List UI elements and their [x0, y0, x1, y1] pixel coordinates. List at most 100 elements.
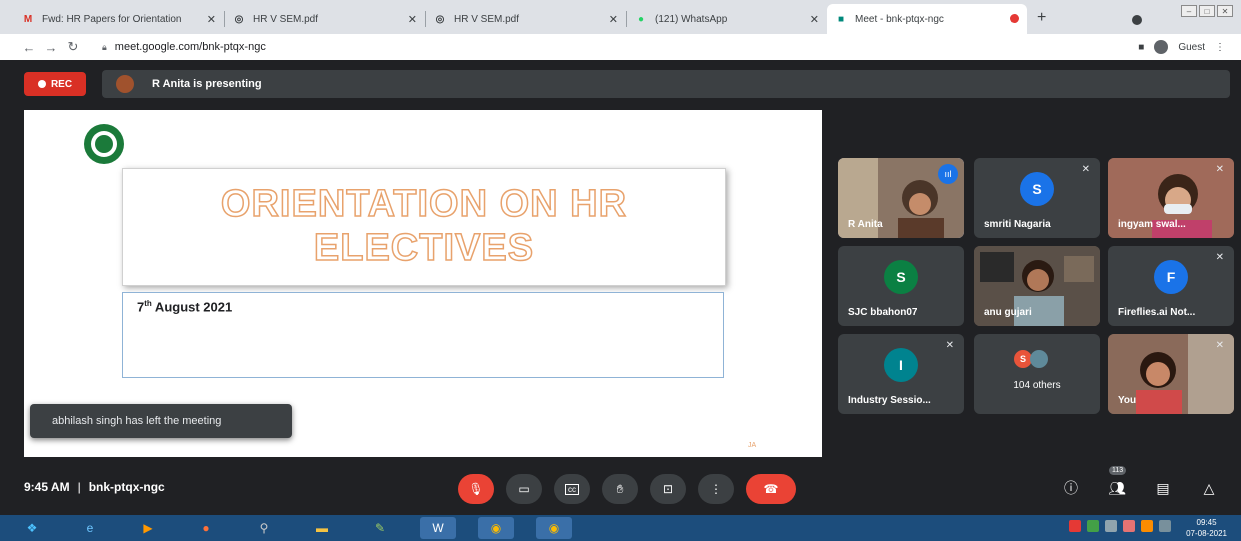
forward-icon[interactable]: →	[40, 40, 62, 55]
tab-whatsapp[interactable]: ● (121) WhatsApp ✕	[627, 4, 827, 34]
chrome-icon: ◉	[548, 521, 560, 535]
participant-name: You	[1118, 395, 1137, 406]
taskbar-chrome-1[interactable]: ◉	[478, 517, 514, 539]
captions-button[interactable]: cc	[554, 474, 590, 504]
slide-footer-mark: JA	[748, 442, 757, 449]
tab-title: Meet - bnk-ptqx-ngc	[855, 13, 944, 25]
camera-toggle-button[interactable]: ▭	[506, 474, 542, 504]
camera-icon: ▭	[518, 482, 530, 496]
chrome-icon: ◉	[490, 521, 502, 535]
recording-button[interactable]: REC	[24, 72, 86, 96]
participant-name: R Anita	[848, 219, 883, 230]
internet-explorer-icon: e	[86, 521, 94, 535]
close-icon[interactable]: ✕	[207, 13, 216, 26]
document-app-icon: W	[432, 521, 444, 535]
info-icon: ⓘ	[1064, 480, 1078, 496]
taskbar-chrome-2[interactable]: ◉	[536, 517, 572, 539]
people-button[interactable]: 113 👥︎	[1105, 466, 1129, 500]
taskbar-media[interactable]: ▶	[130, 517, 166, 539]
participant-name: ingyam swal...	[1118, 219, 1186, 230]
taskbar-word[interactable]: W	[420, 517, 456, 539]
avatar	[1030, 350, 1048, 368]
avatar: S	[1020, 172, 1054, 206]
maximize-icon[interactable]: □	[1199, 5, 1215, 17]
paint-icon: ✎	[374, 521, 386, 535]
tab-hr-pdf-2[interactable]: ◎ HR V SEM.pdf ✕	[426, 4, 626, 34]
mic-toggle-button[interactable]: 🎙︎	[458, 474, 494, 504]
side-controls: ⓘ 113 👥︎ ▤ △	[1059, 466, 1221, 500]
more-options-button[interactable]: ⋮	[698, 474, 734, 504]
participant-tile-r-anita[interactable]: ııl R Anita	[838, 158, 964, 238]
people-icon: 👥︎	[1108, 479, 1126, 496]
leave-call-button[interactable]: ☎	[746, 474, 796, 504]
globe-icon: ◎	[234, 13, 244, 25]
reload-icon[interactable]: ↻	[62, 39, 84, 55]
minimize-icon[interactable]: –	[1181, 5, 1197, 17]
tray-app-icon[interactable]	[1087, 520, 1099, 532]
tray-app-icon[interactable]	[1069, 520, 1081, 532]
avatar: S	[884, 260, 918, 294]
taskbar-paint[interactable]: ✎	[362, 517, 398, 539]
profile-label[interactable]: Guest	[1178, 42, 1205, 53]
participant-tile-smriti[interactable]: ✕ S smriti Nagaria	[974, 158, 1100, 238]
participant-name: Industry Sessio...	[848, 395, 931, 406]
avatar: I	[884, 348, 918, 382]
others-count: 104 others	[1013, 380, 1061, 391]
whatsapp-icon: ●	[637, 13, 645, 25]
call-controls: 🎙︎ ▭ cc ✋︎ ⊡ ⋮ ☎	[458, 474, 796, 504]
mic-off-icon: ✕	[1215, 252, 1224, 263]
battery-icon[interactable]	[1159, 520, 1171, 532]
profile-icon[interactable]	[1132, 15, 1142, 25]
media-player-icon: ▶	[143, 521, 153, 535]
tab-hr-pdf-1[interactable]: ◎ HR V SEM.pdf ✕	[225, 4, 425, 34]
guest-avatar-icon[interactable]	[1154, 40, 1169, 54]
present-button[interactable]: ⊡	[650, 474, 686, 504]
tab-title: (121) WhatsApp	[655, 13, 728, 25]
participant-tile-others[interactable]: S 104 others	[974, 334, 1100, 414]
close-icon[interactable]: ✕	[609, 13, 618, 26]
start-button[interactable]: ❖	[14, 517, 50, 539]
taskbar-search[interactable]: ⚲	[246, 517, 282, 539]
os-taskbar: ❖ e ▶ ● ⚲ ▬ ✎ W ◉ ◉ 09:45 07-08-2021	[0, 515, 1241, 541]
chat-button[interactable]: ▤	[1151, 476, 1175, 500]
close-icon[interactable]: ✕	[408, 13, 417, 26]
taskbar-firefox[interactable]: ●	[188, 517, 224, 539]
url-field[interactable]: meet.google.com/bnk-ptqx-ngc	[115, 41, 266, 53]
participant-tile-ingyam[interactable]: ✕ ingyam swal...	[1108, 158, 1234, 238]
taskbar-ie[interactable]: e	[72, 517, 108, 539]
menu-icon[interactable]: ⋮	[1215, 42, 1225, 53]
new-tab-button[interactable]: +	[1037, 9, 1046, 27]
gmail-icon: M	[23, 13, 33, 25]
participant-tile-you[interactable]: ✕ You	[1108, 334, 1234, 414]
close-window-icon[interactable]: ✕	[1217, 5, 1233, 17]
participant-name: SJC bbahon07	[848, 307, 918, 318]
window-controls: – □ ✕	[1181, 5, 1233, 17]
meeting-details-button[interactable]: ⓘ	[1059, 476, 1083, 500]
close-icon[interactable]: ✕	[810, 13, 819, 26]
more-icon: ⋮	[710, 482, 722, 496]
tab-meet[interactable]: ■ Meet - bnk-ptqx-ngc ✕	[827, 4, 1027, 34]
firefox-icon: ●	[202, 521, 210, 535]
participant-tile-fireflies[interactable]: ✕ F Fireflies.ai Not...	[1108, 246, 1234, 326]
slide-title-line2: ELECTIVES	[313, 226, 535, 269]
info-separator: |	[77, 480, 81, 494]
lock-icon[interactable]: 🔒︎	[102, 42, 107, 53]
back-icon[interactable]: ←	[18, 40, 40, 55]
avatar	[116, 75, 134, 93]
network-icon[interactable]	[1123, 520, 1135, 532]
participant-tile-industry[interactable]: ✕ I Industry Sessio...	[838, 334, 964, 414]
camera-in-use-icon[interactable]: ■	[1138, 42, 1144, 53]
tray-app-icon[interactable]	[1141, 520, 1153, 532]
volume-icon[interactable]	[1105, 520, 1117, 532]
system-clock[interactable]: 09:45 07-08-2021	[1186, 517, 1227, 539]
participant-tile-anu[interactable]: anu gujari	[974, 246, 1100, 326]
hang-up-icon: ☎	[763, 482, 779, 496]
activities-button[interactable]: △	[1197, 476, 1221, 500]
taskbar-explorer[interactable]: ▬	[304, 517, 340, 539]
raise-hand-button[interactable]: ✋︎	[602, 474, 638, 504]
participant-name: Fireflies.ai Not...	[1118, 307, 1196, 318]
participant-tile-sjc[interactable]: S SJC bbahon07	[838, 246, 964, 326]
tab-gmail[interactable]: M Fwd: HR Papers for Orientation ✕	[14, 4, 224, 34]
activities-icon: △	[1203, 479, 1215, 496]
meeting-info: 9:45 AM | bnk-ptqx-ngc	[24, 480, 165, 494]
